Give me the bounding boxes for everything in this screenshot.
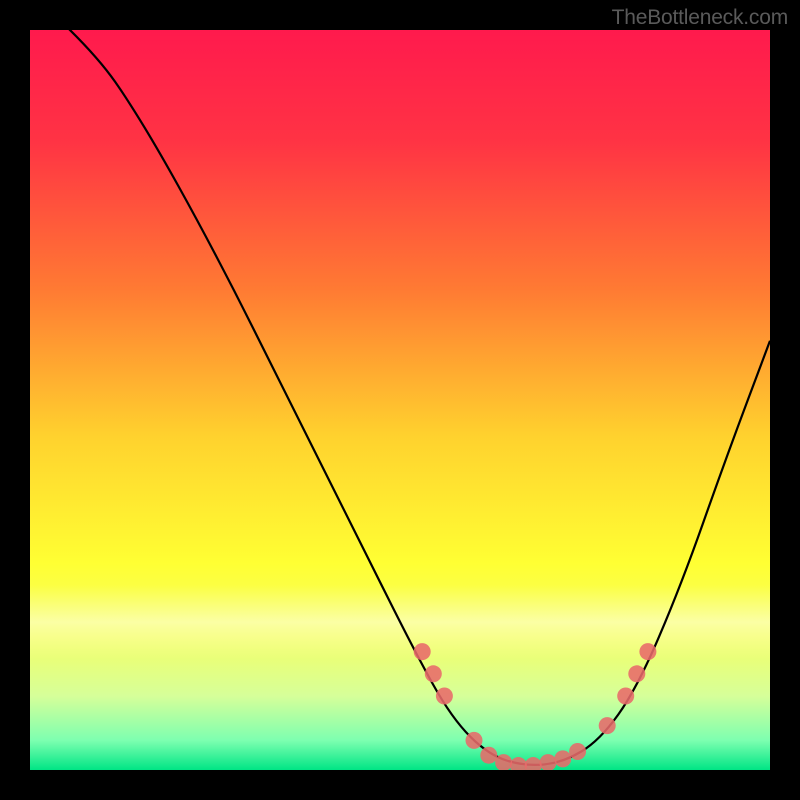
- data-marker: [569, 743, 586, 760]
- data-marker: [425, 665, 442, 682]
- data-marker: [599, 717, 616, 734]
- data-marker: [414, 643, 431, 660]
- data-marker: [436, 688, 453, 705]
- chart-area: [30, 30, 770, 770]
- watermark: TheBottleneck.com: [612, 6, 788, 30]
- data-marker: [639, 643, 656, 660]
- data-marker: [617, 688, 634, 705]
- data-marker: [554, 750, 571, 767]
- data-marker: [628, 665, 645, 682]
- data-marker: [480, 747, 497, 764]
- chart-svg: [30, 30, 770, 770]
- data-marker: [466, 732, 483, 749]
